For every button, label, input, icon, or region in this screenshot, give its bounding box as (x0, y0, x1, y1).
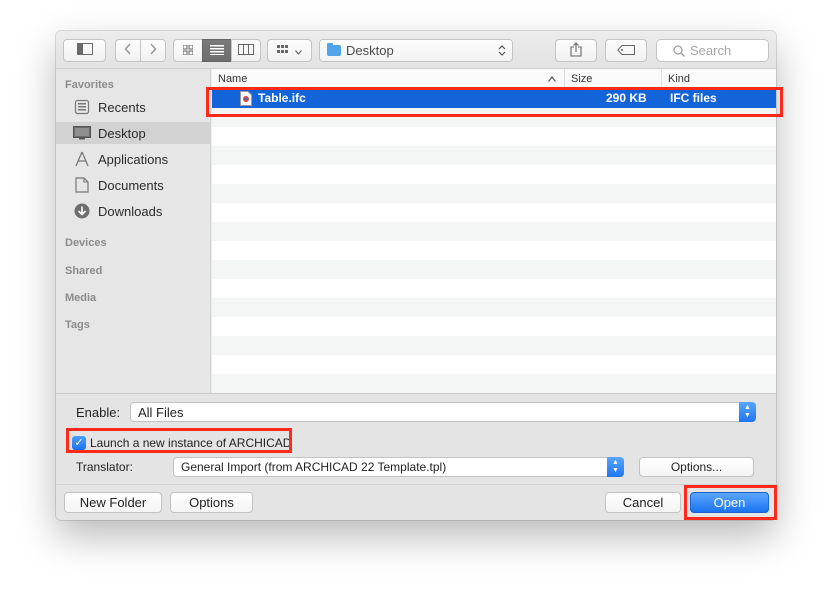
empty-row (212, 146, 776, 165)
sidebar: Favorites Recents Desktop Applications D… (56, 69, 211, 393)
empty-row (212, 374, 776, 393)
list-view-button[interactable] (202, 39, 232, 62)
recents-icon (73, 99, 91, 115)
sidebar-item-documents[interactable]: Documents (56, 174, 211, 196)
empty-row (212, 355, 776, 374)
edit-tags-button[interactable] (605, 39, 647, 62)
search-icon (673, 44, 685, 57)
translator-label: Translator: (76, 460, 133, 474)
updown-stepper-icon: ▲ ▼ (739, 402, 756, 422)
empty-row (212, 317, 776, 336)
sidebar-toggle-icon (76, 43, 93, 58)
sidebar-item-label: Recents (98, 99, 146, 115)
file-list-rows: Table.ifc 290 KB IFC files (212, 89, 776, 393)
search-input[interactable]: Search (656, 39, 769, 62)
location-label: Desktop (346, 43, 394, 58)
column-header-size[interactable]: Size (564, 69, 661, 89)
sidebar-header-media[interactable]: Media (65, 292, 96, 304)
sidebar-header-devices[interactable]: Devices (65, 237, 107, 249)
column-header-kind[interactable]: Kind (661, 69, 776, 89)
empty-row (212, 336, 776, 355)
back-button[interactable] (115, 39, 141, 62)
chevron-right-icon (149, 43, 157, 58)
divider (56, 484, 776, 485)
file-list-header: Name Size Kind (212, 69, 776, 89)
share-icon (570, 41, 582, 60)
sort-ascending-icon (548, 69, 556, 89)
toolbar: Desktop Search (56, 31, 776, 69)
new-folder-button[interactable]: New Folder (64, 492, 162, 513)
sidebar-item-recents[interactable]: Recents (56, 96, 211, 118)
highlight-open-button (684, 485, 777, 520)
tag-icon (617, 43, 635, 58)
enable-label: Enable: (76, 405, 121, 420)
empty-row (212, 127, 776, 146)
forward-button[interactable] (140, 39, 166, 62)
enable-popup[interactable]: All Files ▲ ▼ (130, 402, 756, 422)
chevron-left-icon (124, 43, 132, 58)
updown-chevron-icon (498, 44, 506, 60)
options-button[interactable]: Options (170, 492, 253, 513)
sidebar-item-label: Desktop (98, 125, 146, 141)
search-placeholder: Search (690, 43, 732, 58)
empty-row (212, 203, 776, 222)
translator-value: General Import (from ARCHICAD 22 Templat… (181, 460, 447, 474)
empty-row (212, 165, 776, 184)
enable-value: All Files (138, 404, 184, 420)
column-view-button[interactable] (231, 39, 261, 62)
empty-row (212, 298, 776, 317)
updown-stepper-icon: ▲ ▼ (607, 457, 624, 477)
sidebar-item-desktop[interactable]: Desktop (56, 122, 211, 144)
share-button[interactable] (555, 39, 597, 62)
sidebar-header-shared[interactable]: Shared (65, 265, 102, 277)
empty-row (212, 260, 776, 279)
empty-row (212, 222, 776, 241)
empty-row (212, 184, 776, 203)
translator-popup[interactable]: General Import (from ARCHICAD 22 Templat… (173, 457, 624, 477)
list-icon (210, 43, 224, 58)
sidebar-item-downloads[interactable]: Downloads (56, 200, 211, 222)
desktop-icon (73, 125, 91, 141)
highlight-launch-checkbox (66, 428, 292, 453)
sidebar-header-favorites: Favorites (65, 79, 114, 91)
group-by-button[interactable] (267, 39, 312, 62)
empty-row (212, 241, 776, 260)
location-popup[interactable]: Desktop (319, 39, 513, 62)
group-grid-icon (277, 43, 291, 58)
sidebar-item-label: Applications (98, 151, 169, 167)
sidebar-item-label: Documents (98, 177, 164, 193)
columns-icon (238, 43, 254, 58)
file-list: Name Size Kind Table.ifc 290 KB IFC file… (212, 69, 776, 393)
sidebar-item-label: Downloads (98, 203, 163, 219)
sidebar-toggle-button[interactable] (63, 39, 106, 62)
empty-row (212, 279, 776, 298)
options-panel: Enable: All Files ▲ ▼ ✓ Launch a new inst… (56, 393, 776, 520)
cancel-button[interactable]: Cancel (605, 492, 681, 513)
documents-icon (73, 177, 91, 193)
icon-view-button[interactable] (173, 39, 203, 62)
applications-icon (73, 151, 91, 167)
sidebar-item-applications[interactable]: Applications (56, 148, 211, 170)
chevron-down-icon (295, 43, 302, 58)
folder-icon (327, 43, 341, 56)
grid-icon (182, 43, 194, 58)
sidebar-header-tags[interactable]: Tags (65, 319, 90, 331)
translator-options-button[interactable]: Options... (639, 457, 754, 477)
column-header-name[interactable]: Name (212, 69, 564, 89)
highlight-selected-file (206, 87, 783, 117)
downloads-icon (73, 203, 91, 219)
